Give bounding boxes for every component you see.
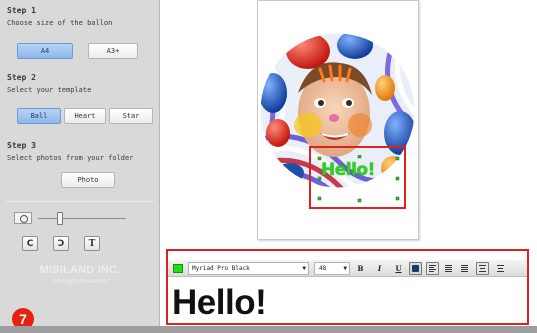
- align-left-icon: [429, 265, 436, 272]
- text-color-swatch[interactable]: [173, 264, 183, 273]
- align-left-button[interactable]: [426, 262, 439, 275]
- align-center-button[interactable]: [442, 262, 455, 275]
- bold-button[interactable]: B: [354, 262, 367, 275]
- step-1: Step 1 Choose size of the ballon: [7, 6, 112, 28]
- text-handles[interactable]: [316, 155, 402, 205]
- zoom-slider[interactable]: [14, 212, 144, 226]
- size-a4-button[interactable]: A4: [17, 43, 73, 59]
- slider-thumb[interactable]: [57, 212, 63, 225]
- underline-button[interactable]: U: [392, 262, 405, 275]
- text-edit-field[interactable]: Hello!: [172, 283, 267, 323]
- size-a3plus-button[interactable]: A3+: [88, 43, 138, 59]
- align-right-button[interactable]: [458, 262, 471, 275]
- align-right-icon: [461, 265, 468, 272]
- step-3-title: Step 3: [7, 141, 36, 150]
- font-family-select[interactable]: Myriad Pro Black ▼: [188, 262, 309, 275]
- photo-button[interactable]: Photo: [61, 172, 115, 188]
- text-toolbar: Myriad Pro Black ▼ 48 ▼ B I U: [168, 260, 527, 277]
- align-center-icon: [445, 265, 452, 272]
- divider: [6, 201, 154, 202]
- valign-middle-button[interactable]: [476, 262, 489, 275]
- chevron-down-icon: ▼: [302, 265, 306, 272]
- template-heart-button[interactable]: Heart: [64, 108, 106, 124]
- step-1-title: Step 1: [7, 6, 36, 15]
- zoom-icon: [14, 212, 32, 224]
- sidebar: Step 1 Choose size of the ballon A4 A3+ …: [0, 0, 160, 333]
- chevron-down-icon: ▼: [343, 265, 347, 272]
- font-family-value: Myriad Pro Black: [192, 265, 250, 272]
- step-2-title: Step 2: [7, 73, 36, 82]
- valign-distribute-button[interactable]: [494, 262, 507, 275]
- text-fill-button[interactable]: [409, 262, 422, 275]
- step-3: Step 3 Select photos from your folder: [7, 141, 133, 163]
- template-ball-button[interactable]: Ball: [17, 108, 61, 124]
- text-editor-panel: Myriad Pro Black ▼ 48 ▼ B I U Hello!: [166, 249, 529, 325]
- step-2: Step 2 Select your template: [7, 73, 91, 95]
- valign-middle-icon: [479, 265, 486, 272]
- step-3-desc: Select photos from your folder: [7, 154, 134, 162]
- rotate-right-icon[interactable]: Ɔ: [53, 236, 69, 251]
- step-2-desc: Select your template: [7, 86, 92, 94]
- brand-logo-text: MISILAND INC.: [39, 264, 121, 276]
- font-size-select[interactable]: 48 ▼: [314, 262, 350, 275]
- fill-icon: [412, 265, 419, 272]
- text-tool-icon[interactable]: T: [84, 236, 100, 251]
- rotate-left-icon[interactable]: C: [22, 236, 38, 251]
- step-1-desc: Choose size of the ballon: [7, 19, 113, 27]
- valign-distribute-icon: [497, 265, 504, 272]
- slider-track[interactable]: [38, 218, 126, 219]
- template-star-button[interactable]: Star: [109, 108, 153, 124]
- font-size-value: 48: [319, 265, 327, 272]
- rights-text: All Rights Reserved: [53, 279, 107, 285]
- italic-button[interactable]: I: [373, 262, 386, 275]
- bottom-bar: [0, 326, 537, 333]
